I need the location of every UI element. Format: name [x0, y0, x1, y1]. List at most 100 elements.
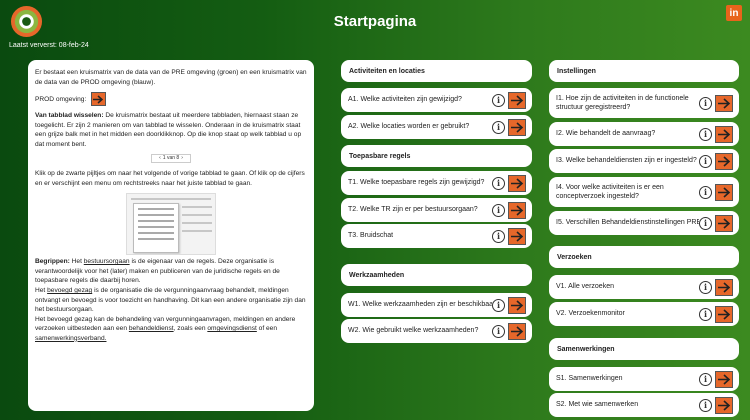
arrow-right-button[interactable] [508, 296, 526, 314]
nav-item-i4[interactable]: I4. Voor welke activiteiten is er een co… [549, 177, 739, 207]
terms-paragraph: Begrippen: Het bestuursorgaan is de eige… [35, 257, 307, 343]
arrow-right-icon [717, 186, 730, 198]
arrow-right-button[interactable] [508, 201, 526, 219]
info-icon[interactable]: i [699, 372, 712, 386]
nav-item-label: S1. Samenwerkingen [556, 375, 623, 383]
arrow-right-icon [510, 177, 523, 189]
nav-item-t3[interactable]: T3. Bruidschat i [341, 224, 532, 248]
nav-item-label: V2. Verzoekenmonitor [556, 310, 625, 318]
info-icon[interactable]: i [699, 185, 712, 199]
arrow-right-button[interactable] [715, 152, 733, 170]
nav-item-i3[interactable]: I3. Welke behandeldiensten zijn er inges… [549, 149, 739, 173]
arrow-right-icon [510, 325, 523, 337]
prod-arrow-button[interactable] [91, 92, 107, 107]
last-refresh-text: Laatst ververst: 08-feb-24 [9, 42, 89, 49]
page-title: Startpagina [333, 13, 417, 30]
intro-text: Er bestaat een kruismatrix van de data v… [35, 69, 307, 86]
nav-item-label: V1. Alle verzoeken [556, 283, 614, 291]
arrow-right-button[interactable] [715, 125, 733, 143]
info-icon[interactable]: i [699, 216, 712, 230]
nav-item-t1[interactable]: T1. Welke toepasbare regels zijn gewijzi… [341, 171, 532, 195]
info-icon[interactable]: i [699, 307, 712, 321]
menu-screenshot-image [126, 193, 216, 256]
arrow-right-button[interactable] [715, 214, 733, 232]
arrow-right-button[interactable] [715, 94, 733, 112]
terms-text: , zoals een [173, 325, 206, 333]
nav-item-label: T2. Welke TR zijn er per bestuursorgaan? [348, 206, 478, 214]
nav-item-label: A2. Welke locaties worden er gebruikt? [348, 123, 470, 131]
arrow-right-button[interactable] [715, 396, 733, 414]
nav-item-i5[interactable]: I5. Verschillen Behandeldienstinstelling… [549, 211, 739, 235]
nav-item-label: I3. Welke behandeldiensten zijn er inges… [556, 157, 697, 165]
nav-item-i1[interactable]: I1. Hoe zijn de activiteiten in de funct… [549, 88, 739, 118]
info-icon[interactable]: i [492, 324, 505, 338]
info-icon[interactable]: i [492, 203, 505, 217]
nav-item-label: S2. Met wie samenwerken [556, 401, 639, 409]
info-icon[interactable]: i [699, 280, 712, 294]
nav-item-label: A1. Welke activiteiten zijn gewijzigd? [348, 96, 462, 104]
chevron-right-icon: › [181, 155, 183, 162]
arrow-right-icon [510, 204, 523, 216]
pager-illustration: ‹ 1 van 8 › [151, 154, 191, 164]
section-header-werkzaamheden: Werkzaamheden [341, 264, 532, 286]
arrow-right-button[interactable] [715, 278, 733, 296]
nav-item-t2[interactable]: T2. Welke TR zijn er per bestuursorgaan?… [341, 198, 532, 222]
nav-item-label: W2. Wie gebruikt welke werkzaamheden? [348, 327, 479, 335]
terms-title: Begrippen: [35, 258, 70, 266]
nav-item-s1[interactable]: S1. Samenwerkingen i [549, 367, 739, 391]
info-icon[interactable]: i [492, 120, 505, 134]
arrow-right-icon [717, 373, 730, 385]
arrow-right-button[interactable] [508, 322, 526, 340]
section-header-toepasbare-regels: Toepasbare regels [341, 145, 532, 167]
info-icon[interactable]: i [699, 398, 712, 412]
prod-label: PROD omgeving: [35, 95, 87, 103]
info-icon[interactable]: i [492, 298, 505, 312]
arrow-right-icon [717, 308, 730, 320]
section-header-samenwerkingen: Samenwerkingen [549, 338, 739, 360]
nav-item-i2[interactable]: I2. Wie behandelt de aanvraag? i [549, 122, 739, 146]
info-icon[interactable]: i [699, 154, 712, 168]
arrow-right-icon [510, 94, 523, 106]
section-header-verzoeken: Verzoeken [549, 246, 739, 268]
nav-item-label: T3. Bruidschat [348, 232, 394, 240]
arrow-right-icon [510, 121, 523, 133]
info-icon[interactable]: i [699, 96, 712, 110]
term-behandeldienst: behandeldienst [128, 325, 174, 333]
tabs-paragraph: Van tabblad wisselen: De kruismatrix bes… [35, 111, 307, 149]
arrow-right-button[interactable] [508, 227, 526, 245]
section-header-instellingen: Instellingen [549, 60, 739, 82]
nav-item-w2[interactable]: W2. Wie gebruikt welke werkzaamheden? i [341, 319, 532, 343]
arrow-right-button[interactable] [715, 305, 733, 323]
nav-item-a1[interactable]: A1. Welke activiteiten zijn gewijzigd? i [341, 88, 532, 112]
nav-item-label: I2. Wie behandelt de aanvraag? [556, 130, 656, 138]
info-icon[interactable]: i [699, 127, 712, 141]
terms-text: of een [258, 325, 278, 333]
info-panel: Er bestaat een kruismatrix van de data v… [28, 60, 314, 411]
arrow-right-button[interactable] [508, 118, 526, 136]
nav-item-w1[interactable]: W1. Welke werkzaamheden zijn er beschikb… [341, 293, 532, 317]
arrow-right-icon [717, 281, 730, 293]
nav-item-label: W1. Welke werkzaamheden zijn er beschikb… [348, 301, 492, 309]
arrow-right-icon [510, 230, 523, 242]
arrow-right-icon [510, 299, 523, 311]
term-omgevingsdienst: omgevingsdienst [207, 325, 257, 333]
term-samenwerkingsverband: samenwerkingsverband. [35, 334, 107, 342]
linkedin-icon[interactable]: in [726, 5, 742, 21]
term-bevoegd-gezag: bevoegd gezag [47, 287, 93, 295]
nav-item-a2[interactable]: A2. Welke locaties worden er gebruikt? i [341, 115, 532, 139]
arrow-right-button[interactable] [508, 91, 526, 109]
nav-item-label: T1. Welke toepasbare regels zijn gewijzi… [348, 179, 485, 187]
nav-item-v1[interactable]: V1. Alle verzoeken i [549, 275, 739, 299]
terms-text: Het [35, 287, 46, 295]
info-icon[interactable]: i [492, 229, 505, 243]
info-icon[interactable]: i [492, 93, 505, 107]
arrow-right-icon [717, 97, 730, 109]
tabs-title: Van tabblad wisselen: [35, 112, 104, 120]
arrow-right-button[interactable] [715, 370, 733, 388]
arrow-right-button[interactable] [508, 174, 526, 192]
info-icon[interactable]: i [492, 176, 505, 190]
arrow-right-icon [93, 95, 104, 104]
arrow-right-button[interactable] [715, 183, 733, 201]
nav-item-s2[interactable]: S2. Met wie samenwerken i [549, 393, 739, 417]
nav-item-v2[interactable]: V2. Verzoekenmonitor i [549, 302, 739, 326]
